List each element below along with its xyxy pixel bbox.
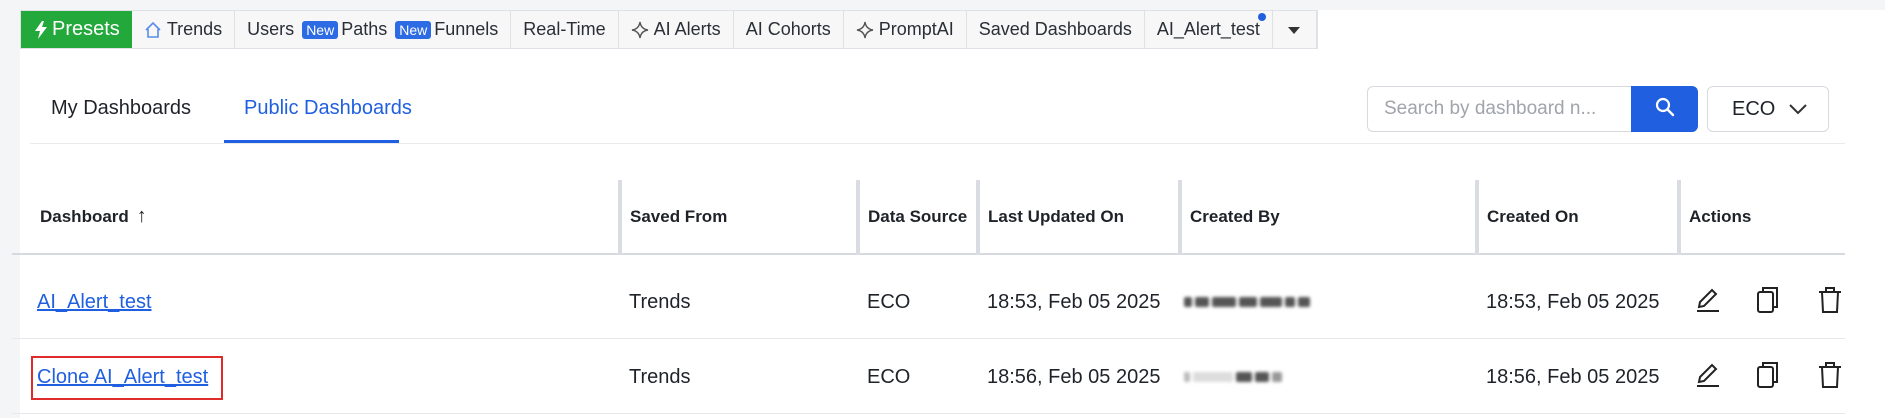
created-by-cell [1184,265,1310,339]
sparkle-icon [631,21,649,39]
redacted-user [1184,297,1310,307]
edit-button[interactable] [1694,265,1722,339]
nav-promptai-label: PromptAI [878,19,954,39]
lightning-icon [35,20,47,39]
tab-public-dashboards[interactable]: Public Dashboards [244,97,412,120]
nav-saved-dashboards[interactable]: Saved Dashboards [967,11,1145,48]
nav-ai-alerts-label: AI Alerts [653,19,721,39]
column-separator[interactable] [976,180,980,255]
delete-button[interactable] [1816,265,1844,339]
search-input[interactable] [1368,87,1631,131]
trash-icon [1816,285,1844,320]
column-separator[interactable] [856,180,860,255]
nav-promptai[interactable]: PromptAI [844,11,967,48]
notification-dot [1257,13,1266,21]
copy-icon [1754,360,1782,395]
sparkle-icon [856,21,874,39]
dashboard-search [1367,86,1631,132]
new-badge: New [395,20,432,39]
created-by-cell [1184,340,1282,414]
search-icon [1655,97,1675,122]
dashboard-link-cell: AI_Alert_test [37,265,152,339]
trash-icon [1816,360,1844,395]
header-created-on: Created On [1487,206,1579,226]
last-updated-cell: 18:56, Feb 05 2025 [987,365,1161,388]
edit-button[interactable] [1694,340,1722,414]
table-header: Dashboard ↑ Saved From Data Source Last … [12,180,1845,255]
header-last-updated-on: Last Updated On [988,206,1125,226]
top-nav: Presets Trends Users New Paths New Funne… [20,10,1318,49]
tabs-divider [30,143,1845,144]
nav-trends-label: Trends [166,19,223,39]
clone-button[interactable] [1754,265,1782,339]
nav-trends[interactable]: Trends [132,11,236,48]
clone-button[interactable] [1754,340,1782,414]
home-icon [144,21,162,39]
redacted-user [1184,372,1282,382]
new-badge: New [302,20,339,39]
header-dashboard[interactable]: Dashboard ↑ [40,180,147,253]
header-saved-from: Saved From [630,206,728,226]
nav-ai-cohorts[interactable]: AI Cohorts [734,11,844,48]
presets-button[interactable]: Presets [21,11,132,48]
data-source-value: ECO [1732,97,1776,120]
nav-ai-alerts[interactable]: AI Alerts [619,11,734,48]
chevron-down-icon [1789,103,1808,115]
column-separator[interactable] [618,180,622,255]
column-separator[interactable] [1178,180,1182,255]
presets-label: Presets [52,18,120,40]
created-on-cell: 18:53, Feb 05 2025 [1486,290,1660,313]
copy-icon [1754,285,1782,320]
highlight-box [31,356,223,400]
table-row: Clone AI_Alert_test Trends ECO 18:56, Fe… [12,340,1845,414]
header-dashboard-label: Dashboard [40,206,129,226]
saved-from-cell: Trends [629,290,691,313]
nav-funnels-label: Funnels [434,19,499,39]
delete-button[interactable] [1816,340,1844,414]
search-button[interactable] [1631,86,1698,132]
nav-more-dropdown[interactable] [1273,11,1317,48]
tab-my-dashboards[interactable]: My Dashboards [51,97,191,120]
created-on-cell: 18:56, Feb 05 2025 [1486,365,1660,388]
header-actions: Actions [1689,206,1752,226]
nav-saved-dashboards-label: Saved Dashboards [978,19,1132,39]
column-separator[interactable] [1677,180,1681,255]
data-source-cell: ECO [867,290,911,313]
sort-ascending-icon: ↑ [136,205,147,227]
caret-down-icon [1288,19,1301,40]
column-separator[interactable] [1475,180,1479,255]
nav-funnels[interactable]: New Funnels [395,19,498,40]
nav-paths[interactable]: New Paths [302,19,387,40]
dashboard-link[interactable]: AI_Alert_test [37,291,152,314]
nav-paths-label: Paths [341,19,388,39]
nav-ai-alert-test-label: AI_Alert_test [1156,19,1260,39]
nav-users[interactable]: Users [247,19,294,40]
header-created-by: Created By [1190,206,1280,226]
header-data-source: Data Source [868,206,968,226]
last-updated-cell: 18:53, Feb 05 2025 [987,290,1161,313]
nav-ai-cohorts-label: AI Cohorts [745,19,831,39]
nav-group-users-paths-funnels: Users New Paths New Funnels [235,11,512,48]
data-source-select[interactable]: ECO [1707,86,1829,132]
nav-users-label: Users [247,19,295,39]
nav-realtime[interactable]: Real-Time [511,11,619,48]
saved-from-cell: Trends [629,365,691,388]
pencil-icon [1694,361,1722,394]
nav-realtime-label: Real-Time [523,19,606,39]
nav-ai-alert-test[interactable]: AI_Alert_test [1145,11,1273,48]
data-source-cell: ECO [867,365,911,388]
table-row: AI_Alert_test Trends ECO 18:53, Feb 05 2… [12,265,1845,339]
pencil-icon [1694,286,1722,319]
